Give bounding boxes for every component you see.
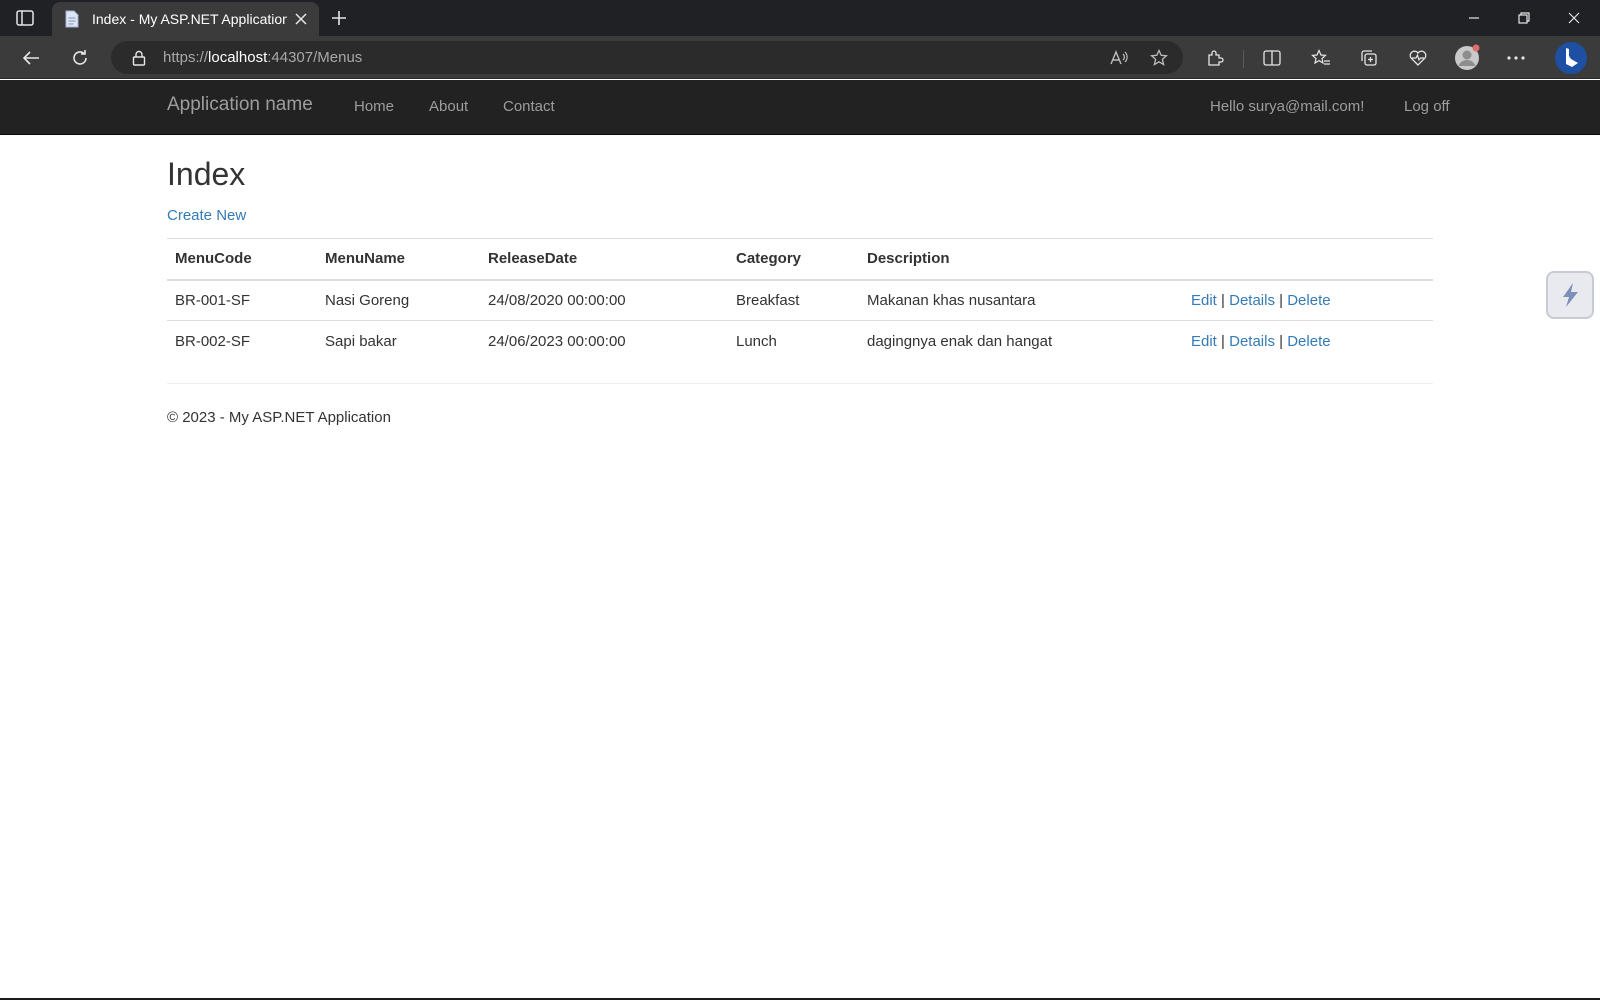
back-icon[interactable]: [15, 42, 47, 74]
cell-releasedate: 24/08/2020 00:00:00: [488, 291, 626, 309]
cell-category: Breakfast: [736, 291, 800, 309]
bing-copilot-icon[interactable]: [1553, 40, 1589, 76]
action-separator: |: [1221, 332, 1225, 350]
column-header-menuname: MenuName: [317, 238, 480, 281]
cell-menuname: Nasi Goreng: [325, 291, 410, 309]
cell-menucode: BR-002-SF: [167, 320, 317, 362]
extensions-icon[interactable]: [1199, 42, 1231, 74]
table-header-row: MenuCode MenuName ReleaseDate Category D…: [167, 238, 1433, 281]
cell-description: Makanan khas nusantara: [867, 291, 1036, 309]
column-header-category: Category: [728, 238, 859, 281]
menus-table: MenuCode MenuName ReleaseDate Category D…: [167, 238, 1433, 362]
url-text[interactable]: https://localhost:44307/Menus: [163, 49, 1103, 66]
page-title: Index: [167, 156, 246, 192]
nav-link-about[interactable]: About: [429, 98, 468, 115]
action-separator: |: [1221, 291, 1225, 309]
lightning-icon: [1563, 283, 1578, 307]
tab-title: Index - My ASP.NET Application: [92, 11, 287, 27]
details-link[interactable]: Details: [1229, 333, 1275, 350]
column-header-menucode: MenuCode: [167, 238, 317, 281]
browser-toolbar: https://localhost:44307/Menus: [0, 36, 1600, 79]
nav-link-contact[interactable]: Contact: [503, 98, 555, 115]
address-bar[interactable]: https://localhost:44307/Menus: [111, 41, 1183, 74]
read-aloud-icon[interactable]: [1103, 42, 1135, 74]
favorites-icon[interactable]: [1305, 42, 1337, 74]
cell-actions: Edit | Details | Delete: [1183, 320, 1433, 362]
column-header-description: Description: [859, 238, 1183, 281]
profile-icon[interactable]: [1451, 42, 1483, 74]
health-icon[interactable]: [1402, 42, 1434, 74]
toolbar-divider: [1243, 50, 1244, 68]
sidebar-icon[interactable]: [14, 8, 36, 28]
more-icon[interactable]: [1500, 42, 1532, 74]
edit-link[interactable]: Edit: [1191, 333, 1217, 350]
column-header-actions: [1183, 238, 1433, 281]
footer-divider: [167, 383, 1433, 384]
restore-icon[interactable]: [1499, 0, 1549, 36]
plus-icon[interactable]: [325, 4, 353, 32]
page-icon: [64, 9, 82, 29]
details-link[interactable]: Details: [1229, 292, 1275, 309]
column-header-releasedate: ReleaseDate: [480, 238, 728, 281]
table-row: BR-001-SF Nasi Goreng 24/08/2020 00:00:0…: [167, 280, 1433, 321]
site-navbar: Application name Home About Contact Hell…: [0, 80, 1600, 135]
cell-description: dagingnya enak dan hangat: [859, 320, 1183, 362]
url-prefix: https://: [163, 49, 209, 66]
cell-menuname: Sapi bakar: [317, 320, 480, 362]
cell-releasedate: 24/06/2023 00:00:00: [480, 320, 728, 362]
nav-link-home[interactable]: Home: [354, 98, 394, 115]
action-separator: |: [1279, 291, 1284, 309]
url-host: localhost: [208, 49, 268, 66]
url-path: :44307/Menus: [267, 49, 363, 66]
lock-icon[interactable]: [125, 44, 153, 72]
minimize-icon[interactable]: [1449, 0, 1499, 36]
sidebar-fab-button[interactable]: [1546, 271, 1594, 319]
cell-menucode: BR-001-SF: [175, 291, 251, 309]
refresh-icon[interactable]: [64, 42, 96, 74]
collections-icon[interactable]: [1353, 42, 1385, 74]
browser-tab-bar: Index - My ASP.NET Application: [0, 0, 1600, 36]
action-separator: |: [1279, 332, 1284, 350]
cell-category: Lunch: [728, 320, 859, 362]
cell-actions: Edit | Details | Delete: [1183, 280, 1433, 321]
logoff-link[interactable]: Log off: [1404, 98, 1450, 115]
brand-link[interactable]: Application name: [167, 94, 313, 116]
footer-copyright: © 2023 - My ASP.NET Application: [167, 409, 391, 426]
star-icon[interactable]: [1143, 42, 1175, 74]
close-icon[interactable]: [287, 5, 315, 33]
split-screen-icon[interactable]: [1256, 42, 1288, 74]
browser-tab-active[interactable]: Index - My ASP.NET Application: [52, 2, 319, 36]
user-greeting-link[interactable]: Hello surya@mail.com!: [1210, 98, 1364, 115]
create-new-link[interactable]: Create New: [167, 207, 246, 224]
window-close-icon[interactable]: [1549, 0, 1599, 36]
delete-link[interactable]: Delete: [1287, 333, 1330, 350]
table-row: BR-002-SF Sapi bakar 24/06/2023 00:00:00…: [167, 320, 1433, 362]
edit-link[interactable]: Edit: [1191, 292, 1217, 309]
delete-link[interactable]: Delete: [1287, 292, 1330, 309]
